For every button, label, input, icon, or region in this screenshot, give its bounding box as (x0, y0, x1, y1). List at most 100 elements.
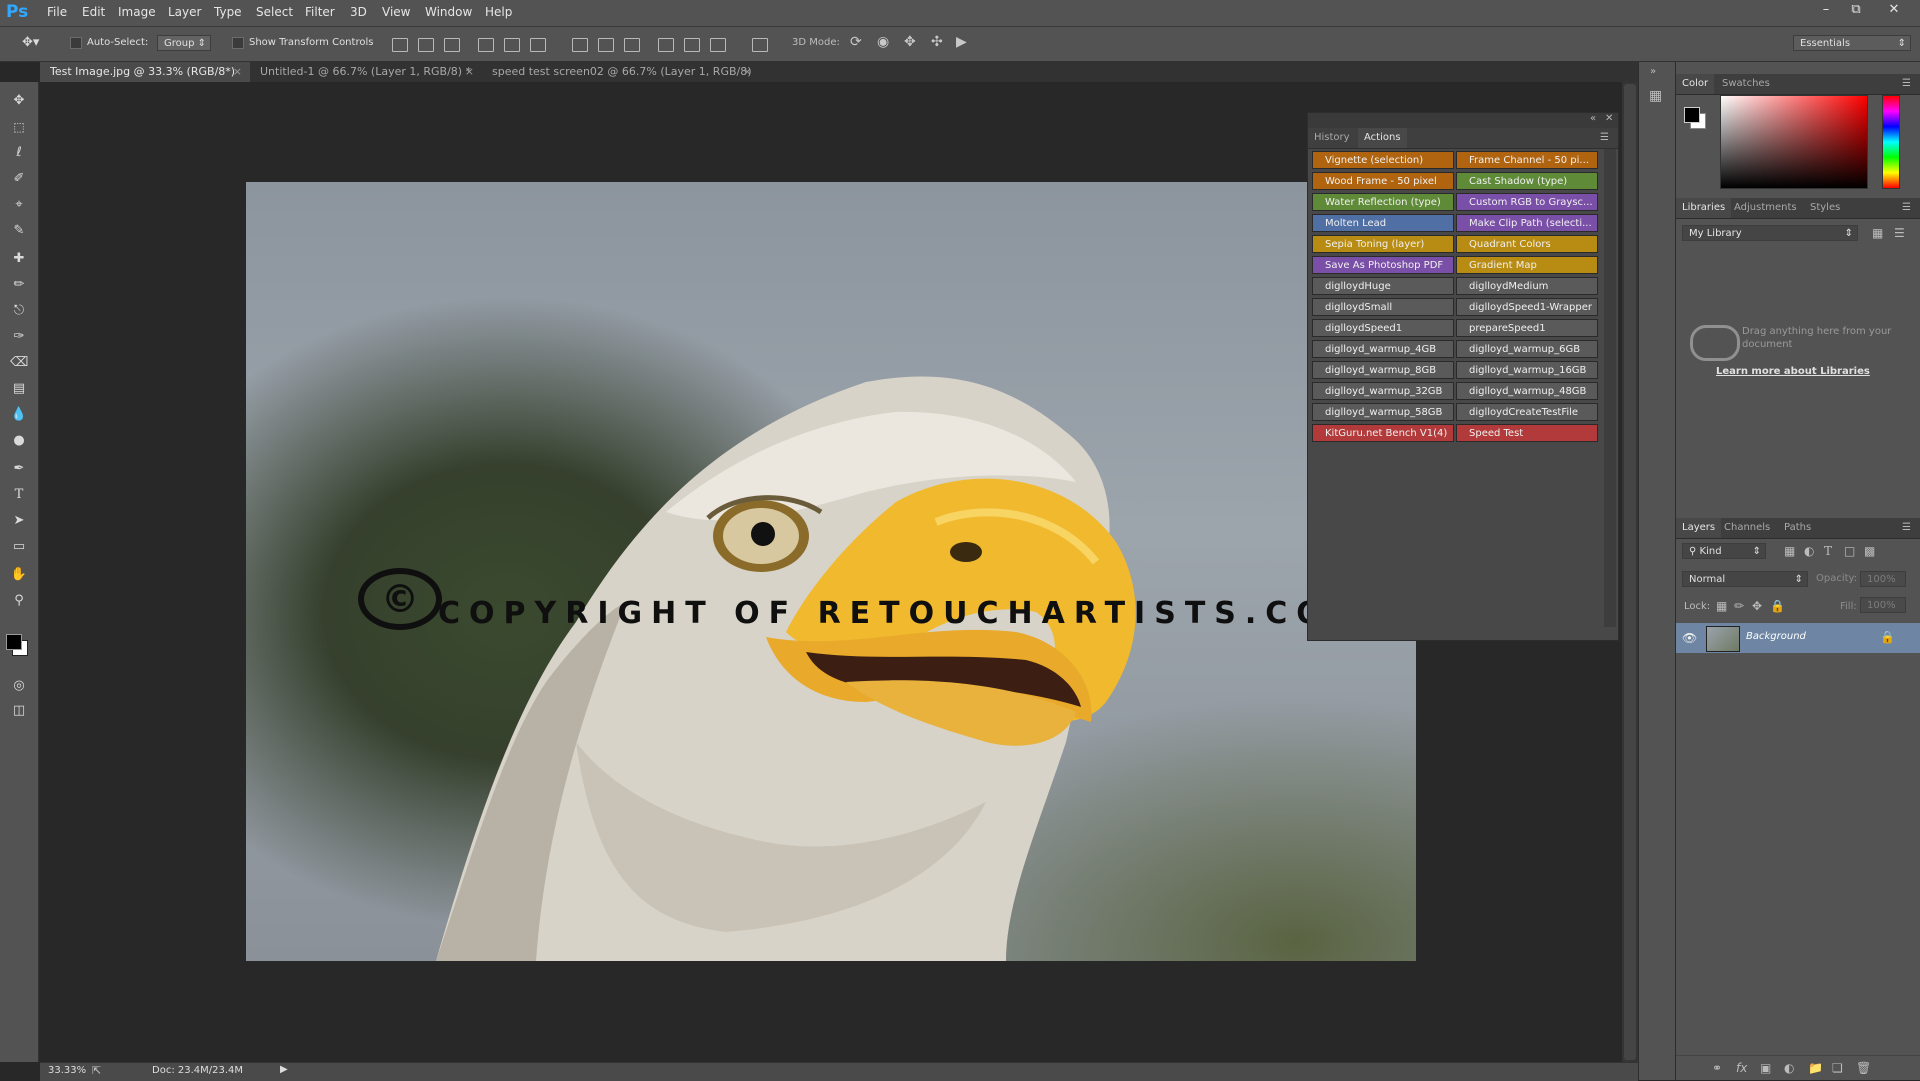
properties-icon[interactable]: ▦ (1649, 88, 1662, 104)
blend-mode-dropdown[interactable]: Normal ⇕ (1682, 571, 1808, 587)
menu-image[interactable]: Image (118, 5, 156, 19)
share-icon[interactable]: ⇱ (92, 1064, 101, 1077)
action-button[interactable]: diglloyd_warmup_4GB (1312, 340, 1454, 358)
trash-icon[interactable]: 🗑 (1856, 1061, 1871, 1075)
close-icon[interactable]: × (465, 62, 474, 82)
distribute-hcenter-icon[interactable] (684, 38, 700, 52)
pen-tool-icon[interactable]: ✒ (10, 460, 28, 478)
lock-position-icon[interactable]: ✥ (1752, 599, 1762, 613)
menu-window[interactable]: Window (425, 5, 472, 19)
action-button[interactable]: Vignette (selection) (1312, 151, 1454, 169)
menu-file[interactable]: File (47, 5, 67, 19)
panel-menu-icon[interactable]: ☰ (1600, 132, 1609, 143)
tab-speed-test-screen02[interactable]: speed test screen02 @ 66.7% (Layer 1, RG… (482, 62, 760, 98)
3d-pan-icon[interactable]: ✥ (904, 34, 916, 50)
align-left-icon[interactable] (478, 38, 494, 52)
layer-row[interactable]: 👁 Background 🔒 (1676, 623, 1920, 653)
close-icon[interactable]: × (743, 62, 752, 82)
action-button[interactable]: Molten Lead (1312, 214, 1454, 232)
grid-view-icon[interactable]: ▦ (1872, 226, 1883, 240)
add-layer-style-icon[interactable]: fx (1736, 1061, 1747, 1075)
restore-icon[interactable]: ⧉ (1844, 2, 1868, 22)
foreground-color-swatch[interactable] (6, 634, 22, 650)
move-tool-preset-icon[interactable]: ✥▾ (22, 35, 52, 53)
panel-menu-icon[interactable]: ☰ (1902, 522, 1911, 533)
close-icon[interactable]: ✕ (1882, 2, 1906, 22)
lock-icon[interactable]: 🔒 (1880, 630, 1895, 644)
minimize-icon[interactable]: – (1814, 2, 1838, 22)
filter-pixel-icon[interactable]: ▦ (1784, 544, 1795, 558)
tab-paths[interactable]: Paths (1778, 518, 1817, 538)
list-view-icon[interactable]: ☰ (1894, 226, 1905, 240)
action-button[interactable]: Save As Photoshop PDF (1312, 256, 1454, 274)
eraser-tool-icon[interactable]: ⌫ (10, 354, 28, 372)
link-layers-icon[interactable]: ⚭ (1712, 1061, 1722, 1075)
menu-view[interactable]: View (382, 5, 410, 19)
3d-orbit-icon[interactable]: ⟳ (850, 34, 862, 50)
gradient-tool-icon[interactable]: ▤ (10, 380, 28, 398)
auto-align-icon[interactable] (752, 38, 768, 52)
tab-history[interactable]: History (1308, 128, 1356, 148)
expand-icon[interactable]: » (1650, 66, 1656, 77)
workspace-dropdown[interactable]: Essentials ⇕ (1793, 35, 1911, 51)
distribute-bottom-icon[interactable] (624, 38, 640, 52)
history-brush-tool-icon[interactable]: ✑ (10, 328, 28, 346)
scrollbar-thumb[interactable] (1624, 84, 1636, 1060)
distribute-left-icon[interactable] (658, 38, 674, 52)
action-button[interactable]: Gradient Map (1456, 256, 1598, 274)
close-icon[interactable]: ✕ (1605, 113, 1613, 124)
action-button[interactable]: Frame Channel - 50 pi... (1456, 151, 1598, 169)
filter-smart-object-icon[interactable]: ▩ (1864, 544, 1875, 558)
move-tool-icon[interactable]: ✥ (10, 92, 28, 110)
hand-tool-icon[interactable]: ✋ (10, 566, 28, 584)
action-button[interactable]: Custom RGB to Graysc... (1456, 193, 1598, 211)
lock-all-icon[interactable]: 🔒 (1770, 599, 1785, 613)
action-button[interactable]: diglloyd_warmup_6GB (1456, 340, 1598, 358)
menu-type[interactable]: Type (214, 5, 242, 19)
action-button[interactable]: Make Clip Path (selecti... (1456, 214, 1598, 232)
filter-shape-icon[interactable]: □ (1844, 544, 1855, 558)
action-button[interactable]: diglloyd_warmup_32GB (1312, 382, 1454, 400)
action-button[interactable]: diglloyd_warmup_58GB (1312, 403, 1454, 421)
lock-transparent-icon[interactable]: ▦ (1716, 599, 1727, 613)
tab-test-image[interactable]: Test Image.jpg @ 33.3% (RGB/8*) × (40, 62, 250, 82)
dodge-tool-icon[interactable]: ● (10, 432, 28, 450)
3d-roll-icon[interactable]: ◉ (877, 34, 889, 50)
menu-3d[interactable]: 3D (350, 5, 367, 19)
3d-scale-icon[interactable]: ▶ (956, 34, 967, 50)
zoom-tool-icon[interactable]: ⚲ (10, 592, 28, 610)
lasso-tool-icon[interactable]: ℓ (10, 144, 28, 162)
panel-menu-icon[interactable]: ☰ (1902, 78, 1911, 89)
new-group-icon[interactable]: 📁 (1808, 1061, 1823, 1075)
align-bottom-icon[interactable] (444, 38, 460, 52)
action-button[interactable]: diglloyd_warmup_8GB (1312, 361, 1454, 379)
eyedropper-tool-icon[interactable]: ✎ (10, 222, 28, 240)
screen-mode-icon[interactable]: ◫ (10, 702, 28, 720)
tab-color[interactable]: Color (1676, 74, 1715, 94)
document-image[interactable]: © COPYRIGHT OF RETOUCHARTISTS.COM (246, 182, 1416, 961)
tab-swatches[interactable]: Swatches (1716, 74, 1776, 94)
filter-type-icon[interactable]: T (1824, 544, 1832, 558)
action-button[interactable]: diglloydHuge (1312, 277, 1454, 295)
align-vertical-center-icon[interactable] (418, 38, 434, 52)
tab-untitled-1[interactable]: Untitled-1 @ 66.7% (Layer 1, RGB/8) * × (250, 62, 482, 82)
panel-header[interactable]: « ✕ (1308, 113, 1618, 128)
foreground-color-swatch[interactable] (1684, 107, 1700, 123)
tab-channels[interactable]: Channels (1718, 518, 1776, 538)
new-adjustment-layer-icon[interactable]: ◐ (1784, 1061, 1794, 1075)
action-button[interactable]: diglloydMedium (1456, 277, 1598, 295)
action-button[interactable]: diglloydSpeed1 (1312, 319, 1454, 337)
actions-scrollbar[interactable] (1604, 149, 1616, 627)
collapse-icon[interactable]: « (1590, 113, 1596, 124)
tab-adjustments[interactable]: Adjustments (1728, 198, 1803, 218)
align-top-icon[interactable] (392, 38, 408, 52)
filter-adjustment-icon[interactable]: ◐ (1804, 544, 1814, 558)
layer-name[interactable]: Background (1746, 631, 1806, 642)
visibility-eye-icon[interactable]: 👁 (1682, 631, 1697, 645)
quick-mask-icon[interactable]: ◎ (10, 677, 28, 695)
learn-more-link[interactable]: Learn more about Libraries (1716, 366, 1870, 377)
menu-filter[interactable]: Filter (305, 5, 335, 19)
color-picker-field[interactable] (1720, 95, 1868, 189)
clone-stamp-tool-icon[interactable]: ⎋ (10, 302, 28, 320)
blur-tool-icon[interactable]: 💧 (10, 406, 28, 424)
